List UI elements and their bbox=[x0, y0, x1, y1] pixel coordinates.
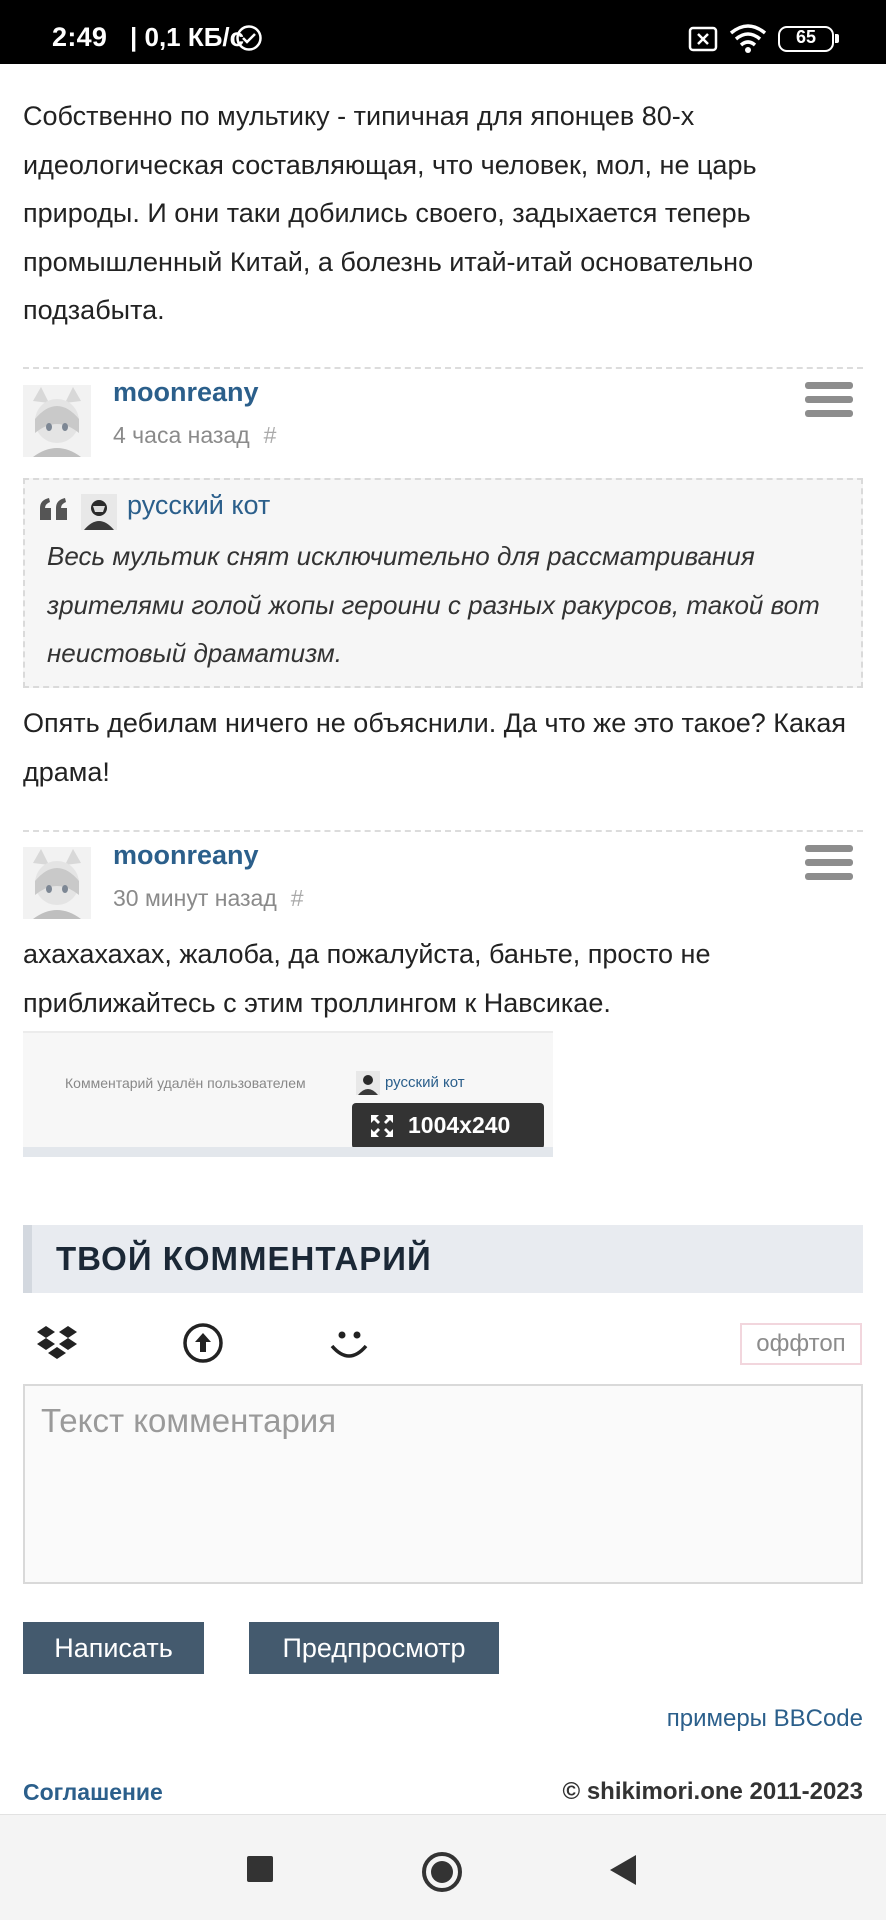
back-icon[interactable] bbox=[608, 1853, 638, 1887]
comment-permalink[interactable]: # bbox=[264, 422, 277, 448]
image-attachment[interactable]: Комментарий удалён пользователем русский… bbox=[23, 1031, 553, 1157]
bbcode-examples-link[interactable]: примеры BBCode bbox=[667, 1705, 863, 1733]
sim-x-icon bbox=[688, 26, 718, 52]
dropbox-icon[interactable] bbox=[34, 1320, 80, 1366]
copyright-text: © shikimori.one 2011-2023 bbox=[562, 1778, 863, 1805]
user-avatar[interactable] bbox=[23, 847, 91, 919]
battery-level: 65 bbox=[795, 27, 817, 47]
agreement-link[interactable]: Соглашение bbox=[23, 1779, 163, 1806]
comment-divider bbox=[23, 367, 863, 369]
check-circle-icon bbox=[236, 25, 262, 51]
system-nav-bar bbox=[0, 1814, 886, 1920]
quoted-user-avatar[interactable] bbox=[81, 494, 117, 530]
comment-quote: русский кот Весь мультик снят исключител… bbox=[23, 478, 863, 688]
status-network-speed: | 0,1 КБ/с bbox=[130, 22, 245, 52]
comment-text: ахахахахах, жалоба, да пожалуйста, баньт… bbox=[23, 939, 711, 1018]
comment-permalink[interactable]: # bbox=[291, 885, 304, 911]
quoted-username[interactable]: русский кот bbox=[127, 490, 270, 521]
submit-button[interactable]: Написать bbox=[23, 1622, 204, 1674]
image-size-badge[interactable]: 1004x240 bbox=[352, 1103, 544, 1149]
comment-divider bbox=[23, 830, 863, 832]
smiley-icon[interactable] bbox=[326, 1320, 372, 1366]
comment-time-text: 4 часа назад bbox=[113, 422, 250, 448]
comment-menu-button[interactable] bbox=[805, 382, 853, 422]
image-user-avatar bbox=[356, 1071, 380, 1095]
user-avatar[interactable] bbox=[23, 385, 91, 457]
comment-menu-button[interactable] bbox=[805, 845, 853, 885]
image-caption: Комментарий удалён пользователем bbox=[65, 1075, 306, 1091]
comment-form-title: ТВОЙ КОММЕНТАРИЙ bbox=[56, 1240, 432, 1277]
username[interactable]: moonreany bbox=[113, 377, 259, 408]
image-username: русский кот bbox=[385, 1074, 465, 1091]
home-icon[interactable] bbox=[421, 1851, 463, 1893]
comment-form-header: ТВОЙ КОММЕНТАРИЙ bbox=[23, 1225, 863, 1293]
comment-text: Собственно по мультику - типичная для яп… bbox=[23, 101, 757, 325]
status-time: 2:49 bbox=[52, 22, 108, 52]
image-size: 1004x240 bbox=[408, 1112, 511, 1138]
expand-icon bbox=[371, 1115, 393, 1137]
comment-textarea[interactable] bbox=[23, 1384, 863, 1584]
comment-time-text: 30 минут назад bbox=[113, 885, 277, 911]
recent-apps-icon[interactable] bbox=[246, 1855, 274, 1883]
quote-text: Весь мультик снят исключительно для расс… bbox=[47, 541, 820, 668]
preview-button[interactable]: Предпросмотр bbox=[249, 1622, 499, 1674]
status-bar: 2:49 | 0,1 КБ/с 65 bbox=[0, 0, 886, 64]
battery-icon: 65 bbox=[778, 26, 839, 52]
quote-icon bbox=[40, 498, 67, 520]
username[interactable]: moonreany bbox=[113, 840, 259, 871]
comment-time: 4 часа назад # bbox=[113, 422, 276, 449]
upload-icon[interactable] bbox=[180, 1320, 226, 1366]
comment-time: 30 минут назад # bbox=[113, 885, 304, 912]
wifi-icon bbox=[729, 24, 767, 53]
comment-text: Опять дебилам ничего не объяснили. Да чт… bbox=[23, 708, 847, 787]
offtopic-toggle[interactable]: оффтоп bbox=[740, 1323, 862, 1365]
